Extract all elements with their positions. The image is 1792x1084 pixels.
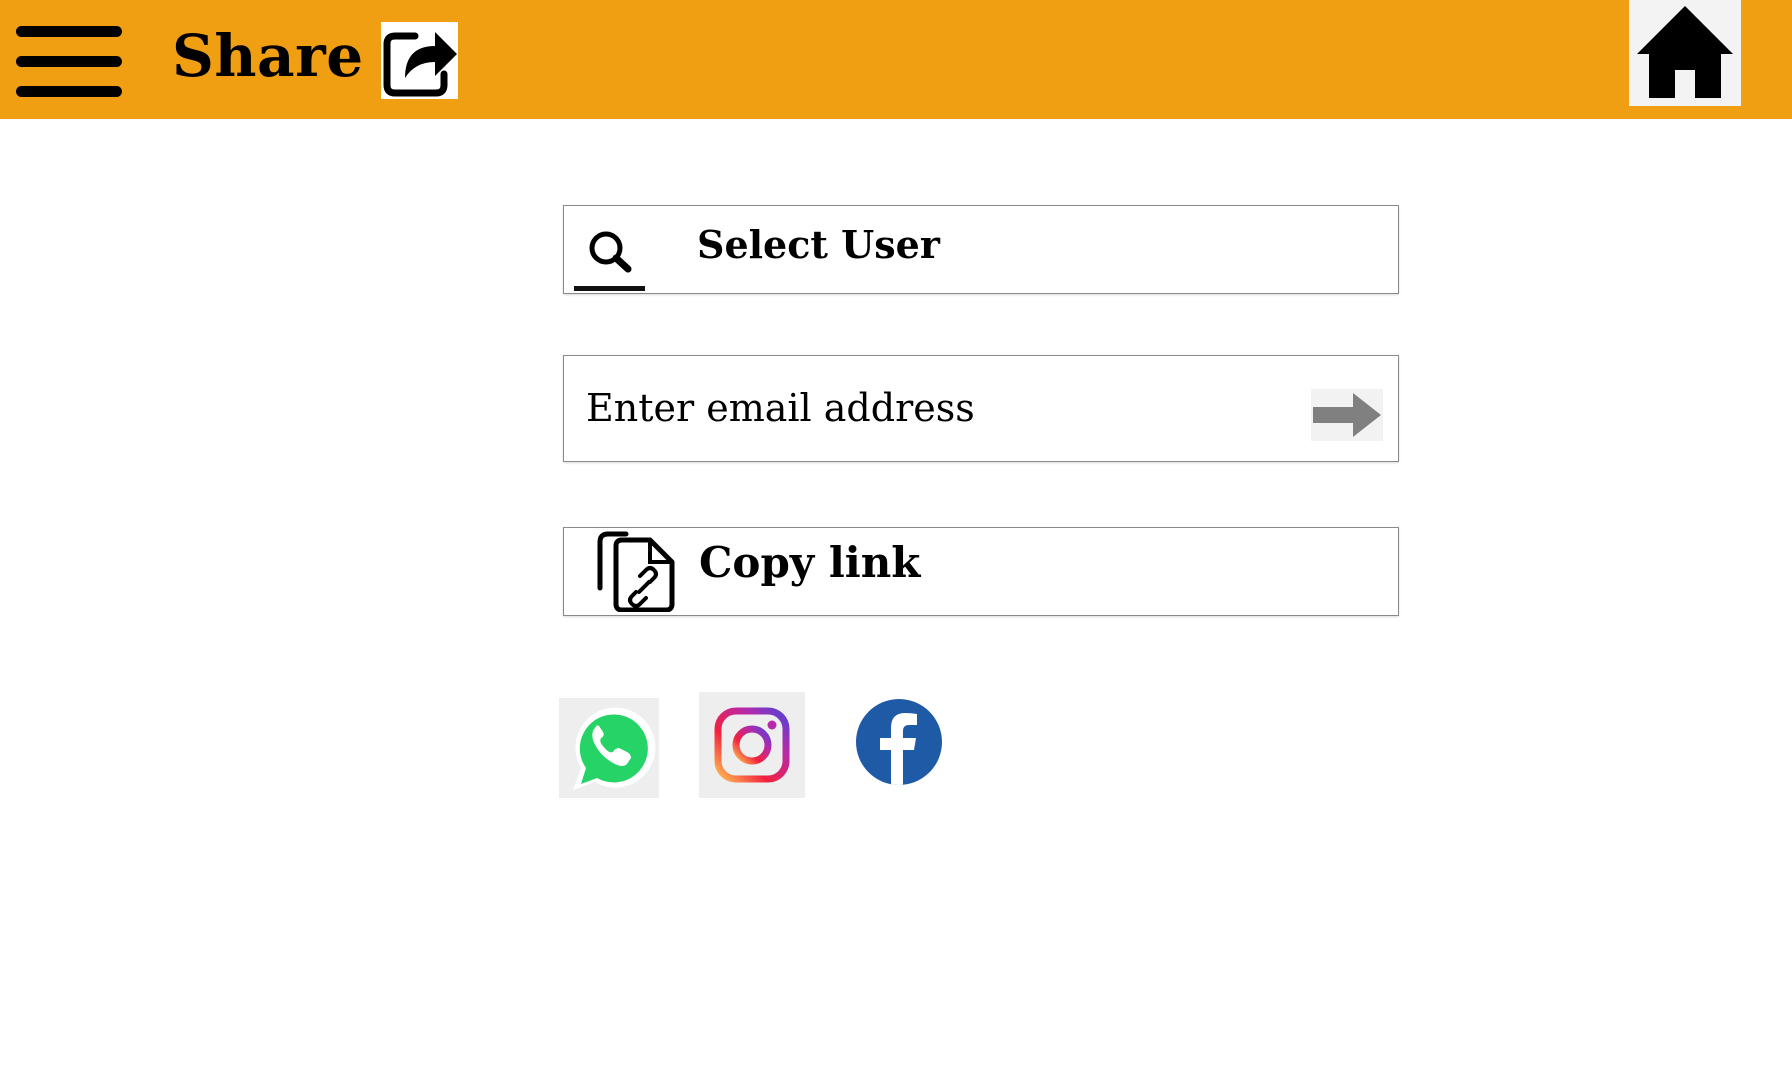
hamburger-menu-icon[interactable] — [16, 24, 124, 100]
whatsapp-icon — [573, 707, 656, 790]
top-app-bar: Share — [0, 0, 1792, 119]
instagram-share-button[interactable] — [699, 692, 805, 798]
home-icon — [1637, 6, 1733, 98]
search-underline — [574, 286, 645, 291]
copy-link-icon — [596, 530, 678, 613]
copy-link-button[interactable]: Copy link — [563, 527, 1399, 616]
search-icon — [580, 226, 636, 274]
email-field-container — [563, 355, 1399, 462]
send-email-button[interactable] — [1311, 389, 1383, 441]
facebook-share-button[interactable] — [855, 698, 943, 786]
select-user-button[interactable]: Select User — [563, 205, 1399, 294]
right-arrow-icon — [1313, 393, 1381, 437]
home-button[interactable] — [1629, 0, 1741, 106]
whatsapp-share-button[interactable] — [559, 698, 659, 798]
copy-link-label: Copy link — [699, 538, 921, 587]
instagram-icon — [714, 707, 790, 783]
page-title: Share — [172, 22, 364, 90]
select-user-label: Select User — [697, 222, 940, 267]
email-field[interactable] — [586, 378, 1286, 438]
share-arrow-icon — [381, 22, 458, 99]
facebook-icon — [856, 699, 942, 785]
